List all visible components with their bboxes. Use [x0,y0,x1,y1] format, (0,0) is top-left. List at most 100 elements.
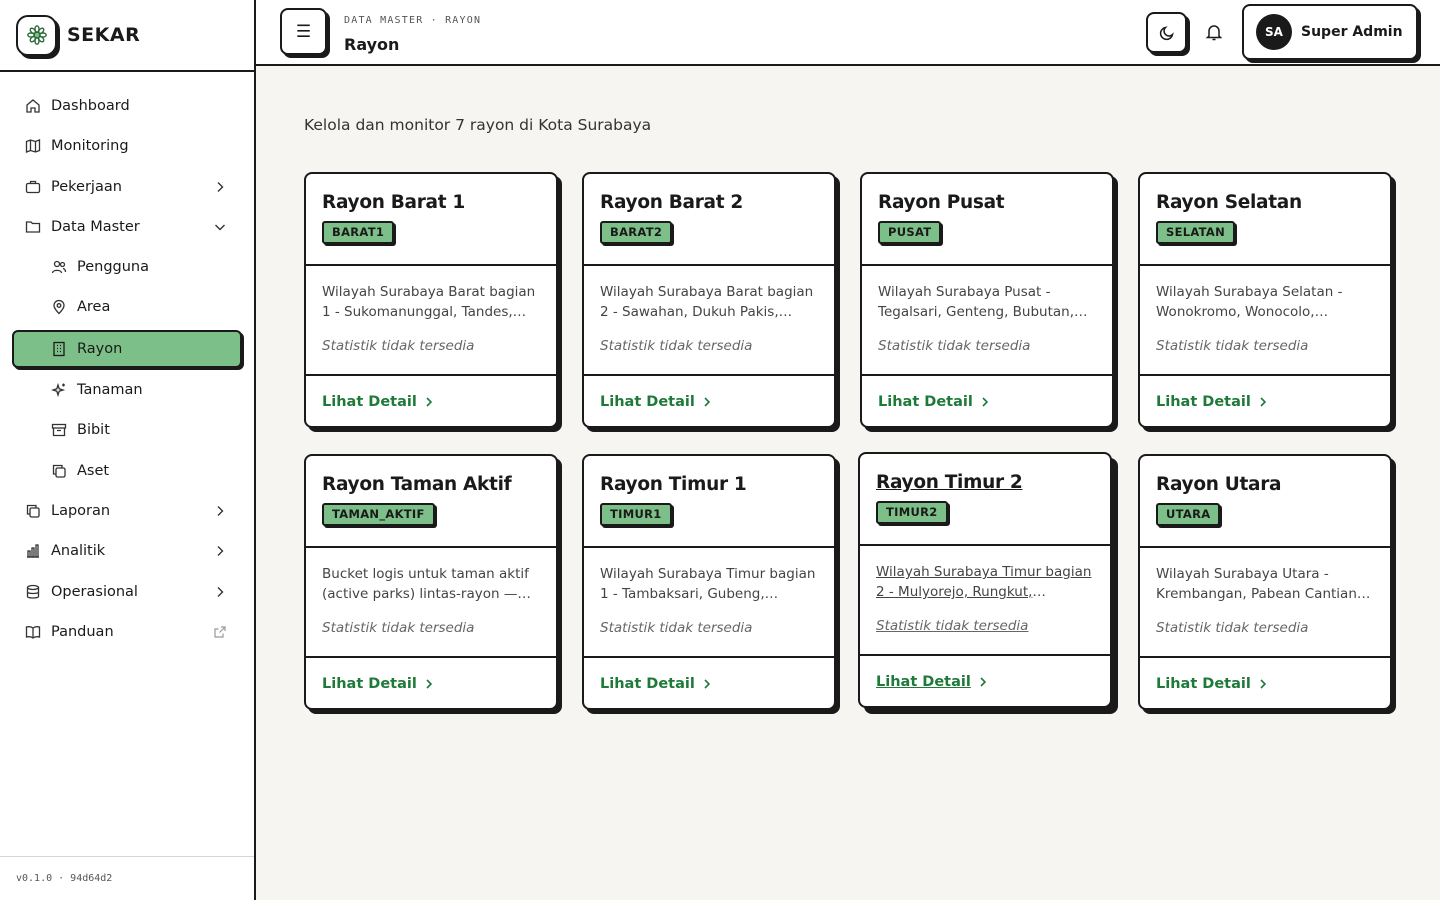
rayon-card[interactable]: Rayon Selatan SELATAN Wilayah Surabaya Se… [1138,172,1392,428]
rayon-stats: Statistik tidak tersedia [322,620,475,636]
map-icon [24,137,42,155]
user-menu-button[interactable]: SA Super Admin [1242,4,1418,60]
rayon-card[interactable]: Rayon Timur 2 TIMUR2 Wilayah Surabaya Tim… [858,452,1112,708]
rayon-card[interactable]: Rayon Barat 2 BARAT2 Wilayah Surabaya Bar… [582,172,836,428]
map-pin-icon [50,298,68,316]
view-detail-link[interactable]: Lihat Detail [584,658,834,708]
view-detail-link[interactable]: Lihat Detail [306,658,556,708]
bar-chart-icon [24,542,42,560]
sidebar-item-aset[interactable]: Aset [12,453,242,489]
rayon-name: Rayon Utara [1156,474,1282,495]
sidebar-item-tanaman[interactable]: Tanaman [12,372,242,408]
rayon-description: Bucket logis untuk taman aktif (active p… [322,566,529,602]
sidebar-item-label: Rayon [77,340,123,357]
rayon-code-badge: BARAT1 [322,221,395,244]
sparkles-icon [50,381,68,399]
rayon-name: Rayon Pusat [878,192,1005,213]
sidebar-item-label: Panduan [51,623,114,640]
view-detail-label: Lihat Detail [878,394,973,410]
rayon-description: Wilayah Surabaya Pusat - Tegalsari, Gent… [878,284,1075,320]
chevron-right-icon [704,679,710,689]
rayon-card[interactable]: Rayon Taman Aktif TAMAN_AKTIF Bucket logi… [304,454,558,710]
rayon-code-badge: SELATAN [1156,221,1236,244]
rayon-stats: Statistik tidak tersedia [600,620,753,636]
view-detail-label: Lihat Detail [322,676,417,692]
view-detail-link[interactable]: Lihat Detail [306,376,556,426]
rayon-name: Rayon Selatan [1156,192,1302,213]
chevron-right-icon [217,586,224,597]
home-icon [24,97,42,115]
brand[interactable]: SEKAR [0,0,254,72]
book-icon [24,623,42,641]
moon-icon [1159,25,1174,40]
chevron-right-icon [426,679,432,689]
rayon-description: Wilayah Surabaya Barat bagian 1 - Sukoma… [322,284,536,320]
view-detail-label: Lihat Detail [1156,394,1251,410]
rayon-stats: Statistik tidak tersedia [322,338,475,354]
view-detail-label: Lihat Detail [600,676,695,692]
rayon-name: Rayon Barat 1 [322,192,465,213]
sidebar-item-laporan[interactable]: Laporan [12,493,242,529]
archive-icon [50,421,68,439]
page-subtitle: Kelola dan monitor 7 rayon di Kota Surab… [304,116,652,134]
theme-toggle-button[interactable] [1146,12,1187,53]
sidebar-item-area[interactable]: Area [12,289,242,325]
sidebar-item-panduan[interactable]: Panduan [12,614,242,650]
sidebar-item-pengguna[interactable]: Pengguna [12,249,242,285]
sidebar-item-label: Tanaman [77,382,143,399]
sidebar-item-monitoring[interactable]: Monitoring [12,128,242,164]
sidebar-item-rayon[interactable]: Rayon [12,329,242,368]
chevron-right-icon [217,505,224,516]
copy-icon [50,462,68,480]
view-detail-link[interactable]: Lihat Detail [860,656,1110,706]
view-detail-link[interactable]: Lihat Detail [862,376,1112,426]
view-detail-label: Lihat Detail [600,394,695,410]
rayon-description: Wilayah Surabaya Timur bagian 1 - Tambak… [600,566,816,602]
chevron-down-icon [215,224,225,231]
copy-icon [24,502,42,520]
rayon-code-badge: PUSAT [878,221,942,244]
sidebar-item-label: Pengguna [77,259,150,276]
sidebar-item-label: Aset [77,462,110,479]
rayon-stats: Statistik tidak tersedia [600,338,753,354]
rayon-stats: Statistik tidak tersedia [878,338,1031,354]
sidebar-item-operasional[interactable]: Operasional [12,574,242,610]
notification-bell-icon[interactable] [1204,22,1224,42]
sidebar-item-label: Operasional [51,583,138,600]
view-detail-link[interactable]: Lihat Detail [1140,658,1390,708]
chevron-right-icon [1260,679,1266,689]
sidebar-item-data-master[interactable]: Data Master [12,209,242,245]
chevron-right-icon [1260,397,1266,407]
view-detail-link[interactable]: Lihat Detail [584,376,834,426]
rayon-name: Rayon Timur 1 [600,474,747,495]
view-detail-label: Lihat Detail [322,394,417,410]
users-icon [50,258,68,276]
rayon-name: Rayon Taman Aktif [322,474,512,495]
sidebar: SEKAR Dashboard Monitoring Pekerjaan Dat… [0,0,256,900]
page-title: Rayon [344,35,400,54]
sidebar-item-dashboard[interactable]: Dashboard [12,88,242,124]
rayon-code-badge: TAMAN_AKTIF [322,503,435,526]
rayon-card[interactable]: Rayon Barat 1 BARAT1 Wilayah Surabaya Bar… [304,172,558,428]
sidebar-nav: Dashboard Monitoring Pekerjaan Data Mast… [0,72,254,650]
version-label: v0.1.0 · 94d64d2 [0,856,254,900]
sidebar-item-pekerjaan[interactable]: Pekerjaan [12,169,242,205]
menu-toggle-button[interactable]: ☰ [280,8,327,55]
rayon-code-badge: TIMUR1 [600,503,672,526]
hamburger-icon: ☰ [295,21,312,42]
rayon-description: Wilayah Surabaya Utara - Krembangan, Pab… [1156,566,1362,602]
rayon-card[interactable]: Rayon Pusat PUSAT Wilayah Surabaya Pusat … [860,172,1114,428]
rayon-card[interactable]: Rayon Utara UTARA Wilayah Surabaya Utara … [1138,454,1392,710]
view-detail-link[interactable]: Lihat Detail [1140,376,1390,426]
rayon-name: Rayon Timur 2 [876,472,1023,493]
sidebar-item-label: Laporan [51,502,111,519]
sidebar-item-bibit[interactable]: Bibit [12,412,242,448]
breadcrumb: DATA MASTER · RAYON [344,15,482,26]
rayon-code-badge: UTARA [1156,503,1221,526]
rayon-stats: Statistik tidak tersedia [1156,338,1309,354]
chevron-right-icon [704,397,710,407]
rayon-code-badge: TIMUR2 [876,501,948,524]
rayon-code-badge: BARAT2 [600,221,673,244]
sidebar-item-analitik[interactable]: Analitik [12,533,242,569]
rayon-card[interactable]: Rayon Timur 1 TIMUR1 Wilayah Surabaya Tim… [582,454,836,710]
